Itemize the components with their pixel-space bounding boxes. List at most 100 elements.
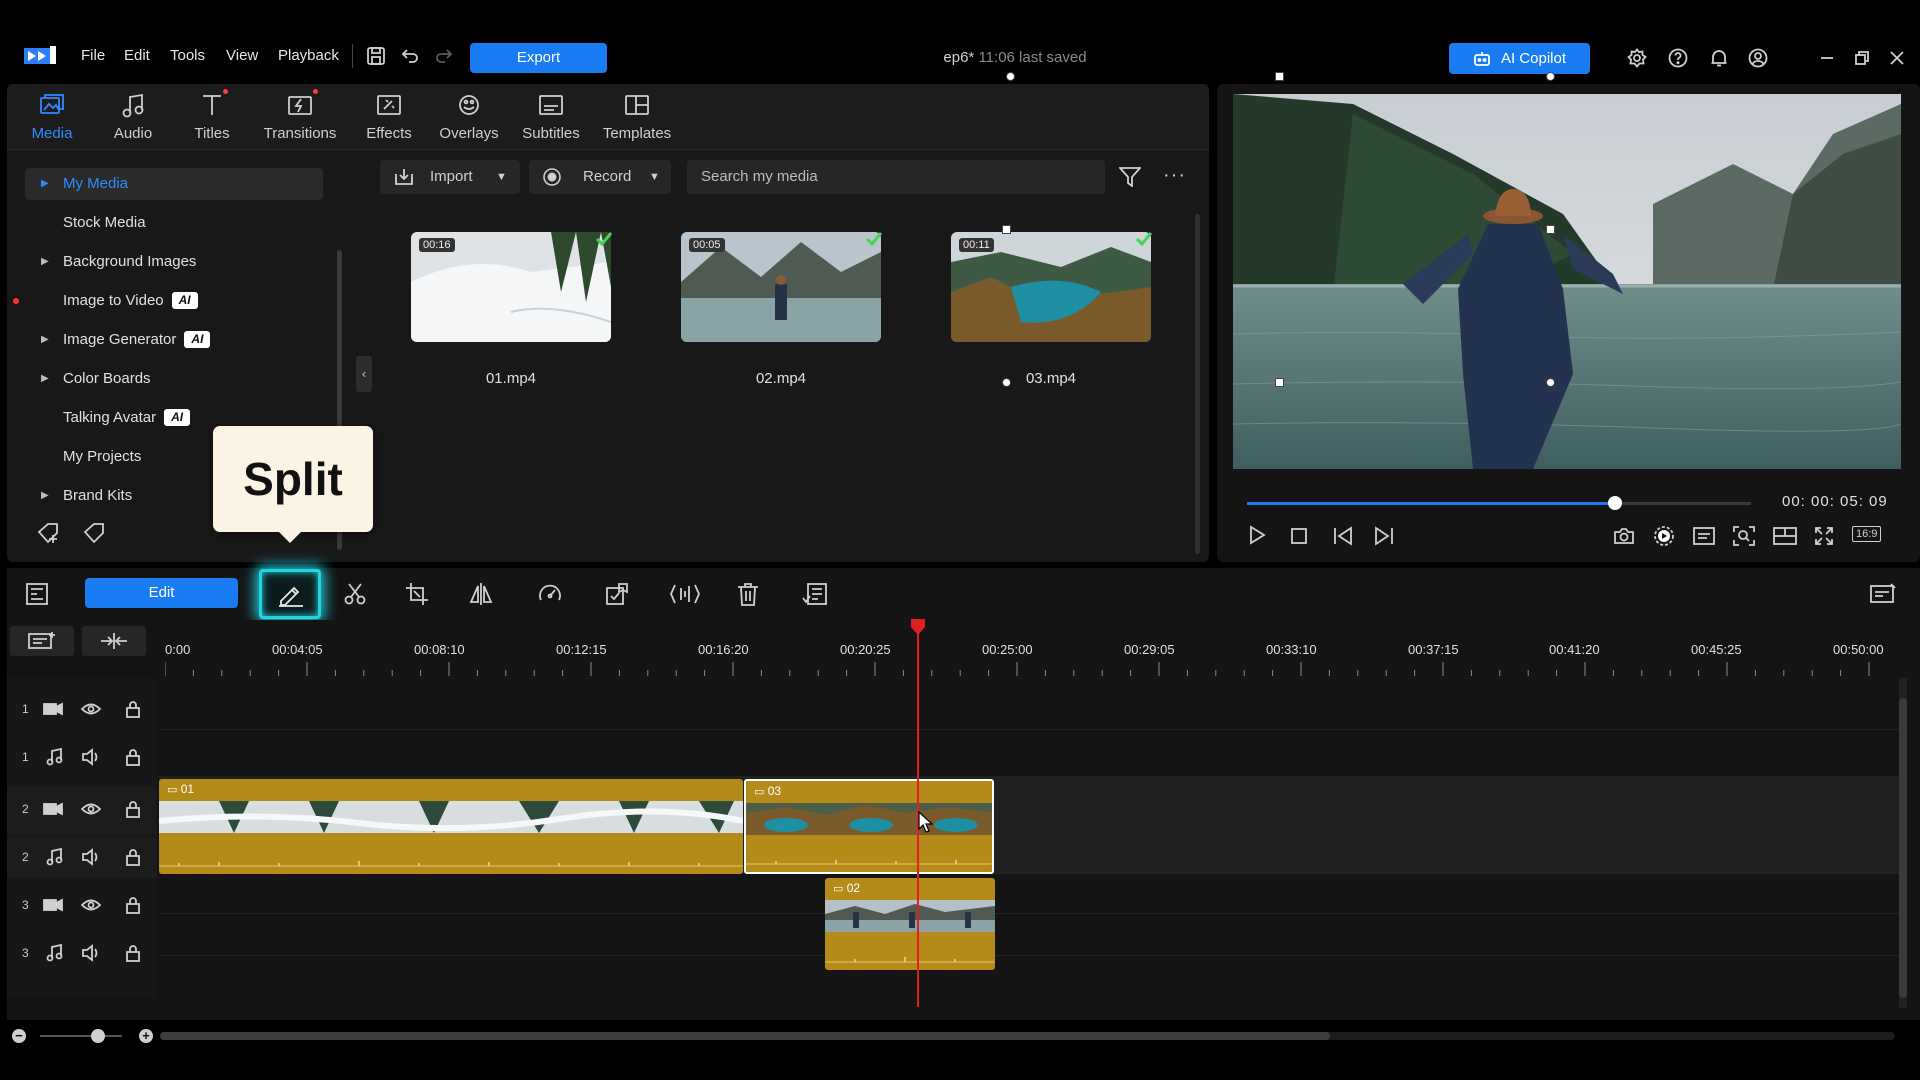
preview-video[interactable]	[1233, 94, 1901, 469]
timeline-clip-selected[interactable]: ▭ 03	[744, 779, 994, 874]
play-icon[interactable]	[1247, 525, 1267, 545]
media-thumbnail[interactable]: 00:11	[951, 232, 1151, 342]
eye-icon[interactable]	[81, 802, 101, 816]
lock-icon[interactable]	[125, 800, 141, 818]
render-preview-icon[interactable]	[1653, 525, 1675, 547]
subtitle-toggle-icon[interactable]	[1693, 527, 1715, 545]
save-icon[interactable]	[366, 46, 386, 66]
gear-icon[interactable]	[1627, 48, 1647, 68]
lock-icon[interactable]	[125, 700, 141, 718]
resize-handle[interactable]	[1275, 72, 1284, 81]
export-button[interactable]: Export	[470, 43, 607, 73]
timeline-clip[interactable]: ▭ 02	[825, 878, 995, 970]
stop-icon[interactable]	[1290, 527, 1308, 545]
filter-icon[interactable]	[1119, 167, 1141, 187]
account-icon[interactable]	[1748, 48, 1768, 68]
customize-toolbar-icon[interactable]	[1869, 582, 1897, 606]
resize-handle[interactable]	[1546, 225, 1555, 234]
remove-tag-icon[interactable]	[83, 522, 109, 544]
speaker-icon[interactable]	[81, 748, 101, 766]
resize-handle[interactable]	[1546, 378, 1555, 387]
sidebar-item-image-to-video[interactable]: Image to Video AI	[13, 285, 323, 317]
zoom-slider[interactable]	[40, 1035, 122, 1037]
timeline-ruler[interactable]: 0:00 00:04:05 00:08:10 00:12:15 00:16:20…	[157, 620, 1907, 678]
search-input[interactable]: Search my media	[687, 160, 1105, 194]
menu-edit[interactable]: Edit	[124, 47, 150, 64]
add-track-button[interactable]	[10, 626, 74, 656]
resize-handle[interactable]	[1002, 225, 1011, 234]
media-thumbnail[interactable]: 00:05	[681, 232, 881, 342]
playhead-marker-icon[interactable]	[910, 618, 926, 636]
tab-templates[interactable]: Templates	[593, 84, 681, 150]
lock-icon[interactable]	[125, 896, 141, 914]
ai-copilot-button[interactable]: AI Copilot	[1449, 43, 1590, 74]
track-row-video-3[interactable]	[159, 874, 1899, 914]
more-tools-icon[interactable]	[802, 582, 828, 606]
zoom-out-icon[interactable]: −	[12, 1029, 26, 1043]
fullscreen-icon[interactable]	[1814, 526, 1834, 546]
sidebar-item-my-media[interactable]: ▶ My Media	[25, 168, 323, 200]
resize-handle[interactable]	[1006, 72, 1015, 81]
next-frame-icon[interactable]	[1373, 526, 1395, 546]
timeline-vertical-scrollbar[interactable]	[1899, 678, 1907, 1008]
track-row-audio-3[interactable]	[159, 916, 1899, 956]
menu-file[interactable]: File	[81, 47, 105, 64]
sidebar-item-image-generator[interactable]: ▶ Image Generator AI	[25, 324, 323, 356]
import-button[interactable]: Import ▼	[380, 160, 520, 194]
lock-icon[interactable]	[125, 944, 141, 962]
fit-timeline-button[interactable]	[82, 626, 146, 656]
redo-icon[interactable]	[434, 47, 454, 65]
speed-icon[interactable]	[538, 582, 562, 606]
zoom-in-icon[interactable]: +	[139, 1029, 153, 1043]
menu-tools[interactable]: Tools	[170, 47, 205, 64]
tab-effects[interactable]: Effects	[349, 84, 429, 150]
media-thumbnail[interactable]: 00:16	[411, 232, 611, 342]
lock-icon[interactable]	[125, 748, 141, 766]
split-button-highlight[interactable]	[259, 569, 321, 619]
layout-icon[interactable]	[1773, 527, 1797, 545]
playback-progress-track[interactable]	[1247, 496, 1751, 510]
mark-clip-icon[interactable]	[605, 582, 629, 606]
media-scrollbar[interactable]	[1195, 214, 1200, 554]
previous-frame-icon[interactable]	[1332, 526, 1354, 546]
zoom-slider-knob[interactable]	[91, 1029, 105, 1043]
tab-media[interactable]: Media	[11, 84, 93, 150]
flip-icon[interactable]	[469, 582, 493, 606]
undo-icon[interactable]	[400, 47, 420, 65]
sidebar-item-background-images[interactable]: ▶ Background Images	[25, 246, 323, 278]
track-row-video-1[interactable]	[159, 690, 1899, 730]
tab-subtitles[interactable]: Subtitles	[509, 84, 593, 150]
timeline-horizontal-scrollbar[interactable]	[160, 1032, 1895, 1040]
sidebar-item-stock-media[interactable]: Stock Media	[25, 207, 323, 239]
tab-titles[interactable]: Titles	[173, 84, 251, 150]
tab-audio[interactable]: Audio	[93, 84, 173, 150]
storyboard-icon[interactable]	[25, 582, 49, 606]
resize-handle[interactable]	[1546, 72, 1555, 81]
resize-handle[interactable]	[1275, 378, 1284, 387]
bell-icon[interactable]	[1709, 48, 1729, 68]
minimize-icon[interactable]	[1819, 50, 1835, 66]
collapse-sidebar-button[interactable]: ‹	[356, 356, 372, 392]
speaker-icon[interactable]	[81, 944, 101, 962]
eye-icon[interactable]	[81, 898, 101, 912]
help-icon[interactable]	[1668, 48, 1688, 68]
add-tag-icon[interactable]	[37, 522, 63, 544]
scissors-icon[interactable]	[343, 582, 367, 606]
speaker-icon[interactable]	[81, 848, 101, 866]
crop-icon[interactable]	[405, 582, 429, 606]
zoom-preview-icon[interactable]	[1733, 526, 1755, 546]
trash-icon[interactable]	[737, 582, 759, 606]
aspect-ratio-button[interactable]: 16:9	[1852, 526, 1882, 542]
edit-button[interactable]: Edit	[85, 578, 238, 608]
restore-icon[interactable]	[1854, 50, 1870, 66]
more-options-icon[interactable]: ···	[1163, 164, 1186, 187]
track-row-audio-1[interactable]	[159, 738, 1899, 778]
eye-icon[interactable]	[81, 702, 101, 716]
tab-transitions[interactable]: Transitions	[251, 84, 349, 150]
audio-stretch-icon[interactable]	[670, 582, 700, 606]
lock-icon[interactable]	[125, 848, 141, 866]
record-button[interactable]: Record ▼	[529, 160, 671, 194]
tab-overlays[interactable]: Overlays	[429, 84, 509, 150]
sidebar-item-color-boards[interactable]: ▶ Color Boards	[25, 363, 323, 395]
close-icon[interactable]	[1889, 50, 1905, 66]
